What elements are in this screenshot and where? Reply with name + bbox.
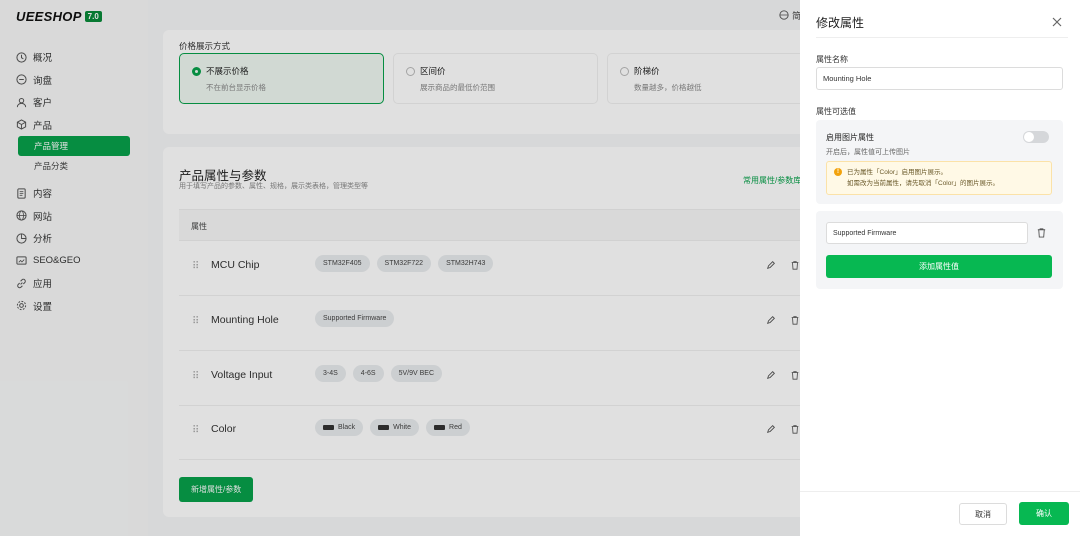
warning-alert: ! 已为属性「Color」启用图片展示。 如需改为当前属性，请先取消「Color… bbox=[826, 161, 1052, 195]
edit-attribute-drawer: 修改属性 属性名称 Mounting Hole 属性可选值 启用图片属性 开启后… bbox=[800, 0, 1080, 536]
warning-line: 如需改为当前属性，请先取消「Color」的图片展示。 bbox=[847, 180, 1000, 187]
image-attribute-toggle[interactable] bbox=[1023, 131, 1049, 143]
image-attribute-panel: 启用图片属性 开启后，属性值可上传图片 ! 已为属性「Color」启用图片展示。… bbox=[816, 120, 1063, 204]
close-icon[interactable] bbox=[1050, 15, 1064, 29]
attribute-name-label: 属性名称 bbox=[816, 55, 848, 64]
add-value-button[interactable]: 添加属性值 bbox=[826, 255, 1052, 278]
modal-overlay[interactable] bbox=[0, 0, 800, 536]
warning-line: 已为属性「Color」启用图片展示。 bbox=[847, 169, 948, 176]
cancel-button[interactable]: 取消 bbox=[959, 503, 1007, 525]
image-attribute-title: 启用图片属性 bbox=[826, 133, 874, 142]
confirm-button[interactable]: 确认 bbox=[1019, 502, 1069, 525]
image-attribute-desc: 开启后，属性值可上传图片 bbox=[826, 149, 910, 156]
attribute-values-label: 属性可选值 bbox=[816, 107, 856, 116]
attribute-values-panel: Supported Firmware 添加属性值 bbox=[816, 211, 1063, 289]
attribute-value-input[interactable]: Supported Firmware bbox=[826, 222, 1028, 244]
trash-icon[interactable] bbox=[1036, 227, 1048, 239]
warning-icon: ! bbox=[834, 168, 842, 176]
attribute-name-input[interactable]: Mounting Hole bbox=[816, 67, 1063, 90]
drawer-title: 修改属性 bbox=[816, 16, 865, 30]
